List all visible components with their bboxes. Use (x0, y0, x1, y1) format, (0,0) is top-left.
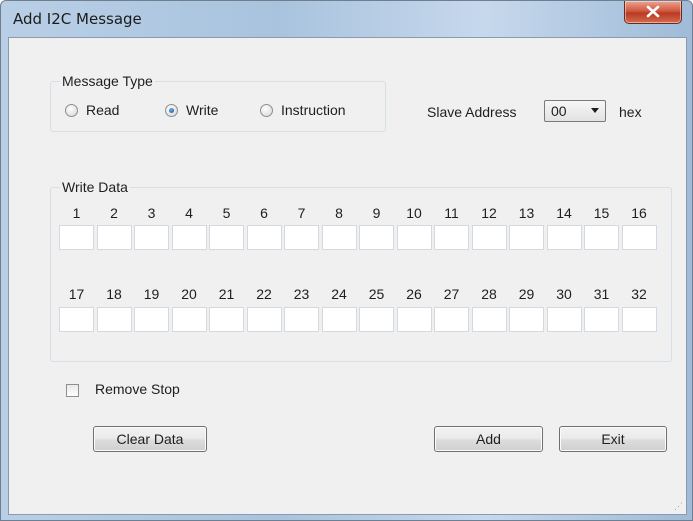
close-button[interactable] (624, 1, 682, 24)
clear-data-button[interactable]: Clear Data (93, 426, 207, 452)
byte-input-4[interactable] (171, 225, 207, 250)
byte-index-label: 21 (218, 286, 235, 302)
byte-index-label: 30 (556, 286, 572, 302)
byte-input-32[interactable] (621, 307, 657, 332)
radio-read-button[interactable] (65, 103, 78, 117)
slave-address-unit: hex (619, 104, 642, 120)
byte-input-16[interactable] (621, 225, 657, 250)
byte-index-label: 24 (331, 286, 347, 302)
byte-index-label: 15 (593, 205, 610, 221)
radio-read[interactable]: Read (65, 102, 119, 118)
message-type-label: Message Type (60, 73, 155, 89)
byte-input-14[interactable] (546, 225, 582, 250)
byte-input-29[interactable] (509, 307, 544, 332)
radio-read-label: Read (86, 102, 120, 118)
byte-index-label: 32 (631, 286, 647, 302)
byte-index-label: 25 (368, 286, 385, 302)
byte-index-label: 31 (593, 286, 610, 302)
resize-grip-icon[interactable]: ⋰ (674, 502, 683, 511)
dialog-body: Message Type Read Write Instruction Slav… (8, 37, 687, 515)
byte-input-7[interactable] (284, 225, 319, 250)
slave-address-select[interactable]: 00 (544, 100, 606, 122)
byte-input-5[interactable] (209, 225, 244, 250)
byte-input-15[interactable] (584, 225, 619, 250)
window-title: Add I2C Message (13, 10, 142, 28)
byte-index-label: 7 (297, 205, 306, 221)
byte-index-label: 19 (143, 286, 160, 302)
radio-write-label: Write (186, 102, 219, 118)
dialog-window: Add I2C Message Message Type Read Write … (0, 0, 693, 521)
byte-input-13[interactable] (509, 225, 544, 250)
byte-index-label: 1 (72, 205, 81, 221)
byte-index-label: 28 (481, 286, 497, 302)
remove-stop-checkbox[interactable] (66, 384, 79, 397)
byte-input-21[interactable] (209, 307, 244, 332)
radio-write-button[interactable] (165, 103, 178, 117)
title-bar[interactable]: Add I2C Message (1, 1, 692, 37)
byte-input-18[interactable] (96, 307, 132, 332)
byte-index-label: 3 (147, 205, 156, 221)
byte-input-31[interactable] (584, 307, 619, 332)
byte-index-label: 17 (68, 286, 85, 302)
byte-index-label: 8 (335, 205, 343, 221)
byte-index-label: 18 (106, 286, 122, 302)
byte-index-label: 6 (260, 205, 268, 221)
byte-index-label: 26 (406, 286, 422, 302)
byte-input-17[interactable] (59, 307, 94, 332)
close-icon (646, 5, 660, 18)
add-button[interactable]: Add (434, 426, 543, 452)
byte-index-label: 9 (372, 205, 381, 221)
byte-input-22[interactable] (246, 307, 282, 332)
chevron-down-icon[interactable] (591, 108, 599, 113)
exit-button[interactable]: Exit (559, 426, 667, 452)
byte-input-6[interactable] (246, 225, 282, 250)
byte-input-23[interactable] (284, 307, 319, 332)
byte-input-25[interactable] (359, 307, 394, 332)
byte-input-11[interactable] (434, 225, 469, 250)
byte-input-9[interactable] (359, 225, 394, 250)
byte-index-label: 27 (443, 286, 460, 302)
byte-input-8[interactable] (321, 225, 357, 250)
write-data-label: Write Data (60, 179, 130, 195)
radio-instruction[interactable]: Instruction (260, 102, 346, 118)
byte-index-label: 10 (406, 205, 422, 221)
radio-instruction-label: Instruction (281, 102, 346, 118)
slave-address-label: Slave Address (427, 104, 517, 120)
byte-input-3[interactable] (134, 225, 169, 250)
byte-input-2[interactable] (96, 225, 132, 250)
byte-input-12[interactable] (471, 225, 507, 250)
byte-input-1[interactable] (59, 225, 94, 250)
slave-address-value: 00 (551, 103, 567, 119)
byte-input-28[interactable] (471, 307, 507, 332)
byte-index-label: 23 (293, 286, 310, 302)
remove-stop-label: Remove Stop (95, 381, 180, 397)
byte-index-label: 29 (518, 286, 535, 302)
byte-input-19[interactable] (134, 307, 169, 332)
byte-index-label: 11 (444, 205, 459, 221)
byte-index-label: 20 (181, 286, 197, 302)
radio-write[interactable]: Write (165, 102, 218, 118)
byte-index-label: 5 (222, 205, 231, 221)
byte-input-10[interactable] (396, 225, 432, 250)
byte-input-24[interactable] (321, 307, 357, 332)
radio-instruction-button[interactable] (260, 103, 273, 117)
byte-index-label: 22 (256, 286, 272, 302)
byte-input-26[interactable] (396, 307, 432, 332)
byte-index-label: 14 (556, 205, 572, 221)
byte-index-label: 4 (185, 205, 193, 221)
byte-input-30[interactable] (546, 307, 582, 332)
byte-input-27[interactable] (434, 307, 469, 332)
byte-index-label: 2 (110, 205, 118, 221)
byte-index-label: 13 (518, 205, 535, 221)
byte-index-label: 16 (631, 205, 647, 221)
byte-index-label: 12 (481, 205, 497, 221)
byte-input-20[interactable] (171, 307, 207, 332)
